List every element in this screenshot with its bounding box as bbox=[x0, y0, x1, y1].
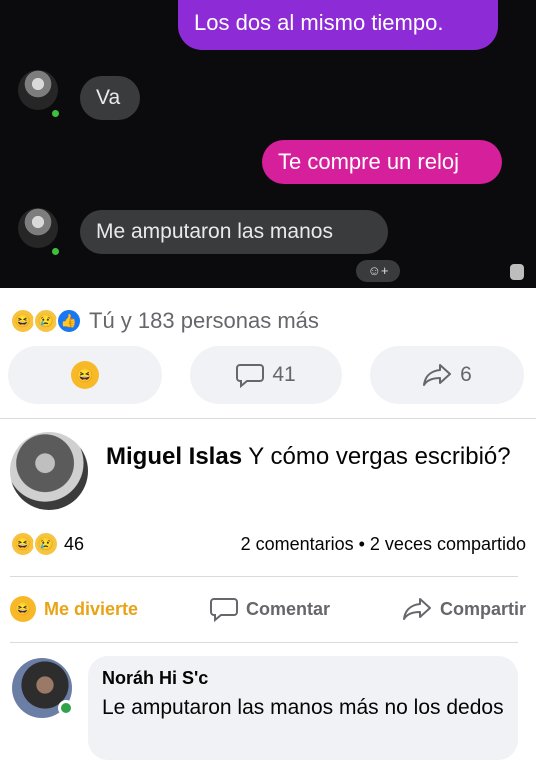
haha-icon: 😆 bbox=[71, 361, 99, 389]
divider bbox=[10, 576, 518, 577]
online-indicator bbox=[50, 246, 61, 257]
reaction-count[interactable]: 46 bbox=[64, 534, 84, 555]
chat-message-2: Va bbox=[80, 76, 140, 120]
reply-author[interactable]: Noráh Hi S'c bbox=[102, 666, 504, 690]
post-reaction-summary[interactable]: 😆 😢 👍 Tú y 183 personas más bbox=[10, 306, 319, 336]
reply-comment: Noráh Hi S'c Le amputaron las manos más … bbox=[88, 656, 518, 760]
share-count: 6 bbox=[460, 363, 472, 386]
seen-avatar-icon bbox=[510, 264, 524, 280]
share-label: Compartir bbox=[439, 598, 526, 619]
react-button[interactable]: 😆 bbox=[8, 346, 162, 404]
chat-avatar bbox=[18, 70, 58, 110]
comment-count: 41 bbox=[272, 363, 296, 386]
add-reaction-icon: ☺+ bbox=[356, 260, 400, 282]
share-count-button[interactable]: 6 bbox=[370, 346, 524, 404]
comment-icon bbox=[210, 596, 238, 622]
reaction-summary-text: Tú y 183 personas más bbox=[89, 308, 319, 333]
comment-author[interactable]: Miguel Islas bbox=[106, 443, 242, 470]
share-icon bbox=[422, 363, 452, 387]
avatar[interactable] bbox=[10, 432, 88, 510]
divider bbox=[0, 418, 536, 419]
divider bbox=[10, 642, 518, 643]
online-indicator bbox=[58, 700, 74, 716]
chat-avatar bbox=[18, 208, 58, 248]
react-label: Me divierte bbox=[44, 598, 139, 619]
share-icon bbox=[402, 597, 432, 621]
comment-button[interactable]: Comentar bbox=[210, 596, 330, 622]
comment-stats: 😆 😢 46 2 comentarios • 2 veces compartid… bbox=[10, 530, 526, 558]
action-bar: 😆 Me divierte Comentar Compartir bbox=[10, 586, 526, 632]
online-indicator bbox=[50, 108, 61, 119]
share-button[interactable]: Compartir bbox=[402, 597, 526, 621]
comment-icon bbox=[236, 362, 265, 388]
comment-count-button[interactable]: 41 bbox=[190, 346, 342, 404]
comment-text: Miguel Islas Y cómo vergas escribió? bbox=[106, 440, 526, 474]
comment-body: Y cómo vergas escribió? bbox=[242, 443, 511, 470]
chat-message-1: Los dos al mismo tiempo. bbox=[178, 0, 498, 50]
stats-text[interactable]: 2 comentarios • 2 veces compartido bbox=[241, 534, 526, 555]
chat-message-4: Me amputaron las manos bbox=[80, 210, 388, 254]
haha-icon: 😆 bbox=[10, 596, 36, 622]
reply-text: Le amputaron las manos más no los dedos bbox=[102, 696, 504, 719]
chat-screenshot: Los dos al mismo tiempo. Va Te compre un… bbox=[0, 0, 536, 288]
react-button[interactable]: 😆 Me divierte bbox=[10, 596, 138, 622]
chat-message-3: Te compre un reloj bbox=[262, 140, 502, 184]
comment-label: Comentar bbox=[246, 598, 331, 619]
sad-icon: 😢 bbox=[33, 531, 59, 557]
like-icon: 👍 bbox=[56, 308, 82, 334]
